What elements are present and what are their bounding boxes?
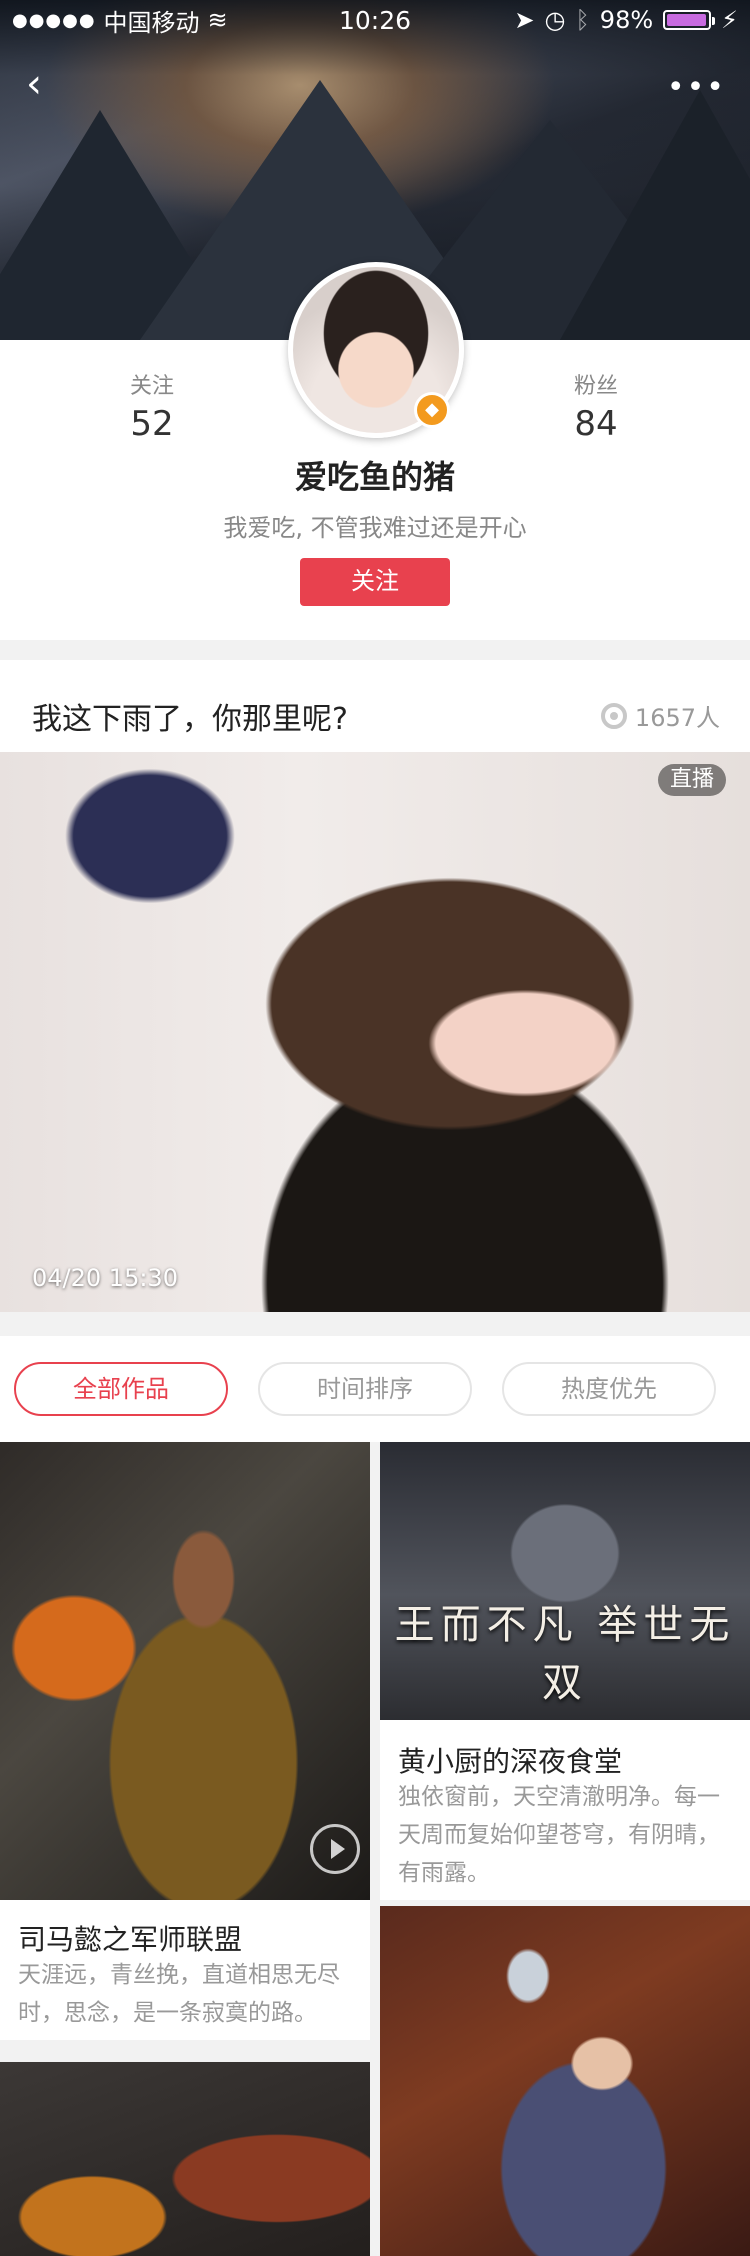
work-cover-image: [380, 1906, 750, 2256]
live-stream-thumbnail[interactable]: 直播 04/20 15:30: [0, 752, 750, 1312]
work-title: 黄小厨的深夜食堂: [398, 1745, 623, 1778]
user-bio: 我爱吃, 不管我难过还是开心: [223, 514, 527, 542]
following-label: 关注: [129, 374, 174, 399]
more-button[interactable]: •••: [667, 70, 726, 105]
bluetooth-icon: ᛒ: [575, 6, 590, 34]
work-description: 独依窗前，天空清澈明净。每一天周而复始仰望苍穹，有阴晴，有雨露。: [398, 1784, 720, 1886]
signal-icon: ●●●●●: [12, 9, 96, 31]
carrier-label: 中国移动: [103, 8, 200, 37]
work-cover-image: [0, 2062, 370, 2256]
fans-count: 84: [574, 404, 618, 444]
alarm-icon: ◷: [544, 6, 566, 34]
work-cover-image: [0, 1442, 370, 1900]
live-section: 我这下雨了，你那里呢? 1657人 直播 04/20 15:30: [0, 660, 750, 1312]
battery-icon: [663, 10, 716, 30]
following-count: 52: [130, 404, 174, 444]
work-card[interactable]: 王而不凡 举世无双 黄小厨的深夜食堂 独依窗前，天空清澈明净。每一天周而复始仰望…: [380, 1442, 750, 1900]
live-timestamp: 04/20 15:30: [32, 1264, 178, 1292]
wifi-icon: ≋: [207, 6, 228, 34]
works-filter-bar: 全部作品 时间排序 热度优先: [0, 1336, 750, 1442]
live-title: 我这下雨了，你那里呢?: [32, 702, 348, 737]
diamond-badge-icon: ◆: [414, 392, 450, 428]
play-icon[interactable]: [310, 1824, 360, 1874]
chevron-left-icon: ‹: [26, 61, 42, 107]
following-stat[interactable]: 关注 52: [92, 368, 212, 444]
status-bar: ●●●●● 中国移动 ≋ 10:26 ➤ ◷ ᛒ 98% ⚡: [0, 0, 750, 40]
work-card[interactable]: [380, 1906, 750, 2256]
fans-label: 粉丝: [573, 374, 618, 399]
viewer-count-label: 1657人: [634, 704, 720, 732]
works-grid: 司马懿之军师联盟 天涯远，青丝挽，直道相思无尽时，思念，是一条寂寞的路。 王而不…: [0, 1442, 750, 2256]
filter-time-sort[interactable]: 时间排序: [258, 1362, 472, 1416]
work-title: 司马懿之军师联盟: [18, 1923, 243, 1956]
username: 爱吃鱼的猪: [294, 458, 455, 496]
live-badge: 直播: [657, 764, 726, 796]
filter-all-works[interactable]: 全部作品: [14, 1362, 228, 1416]
charging-icon: ⚡: [721, 6, 738, 34]
follow-button[interactable]: 关注: [300, 558, 450, 606]
cover-art-text: 王而不凡 举世无双: [394, 1602, 736, 1706]
location-icon: ➤: [514, 6, 535, 34]
work-card[interactable]: 司马懿之军师联盟 天涯远，青丝挽，直道相思无尽时，思念，是一条寂寞的路。: [0, 1442, 370, 2040]
battery-percent: 98%: [599, 6, 654, 34]
back-button[interactable]: ‹: [26, 64, 62, 104]
fans-stat[interactable]: 粉丝 84: [536, 368, 656, 444]
eye-icon: [600, 702, 627, 729]
work-description: 天涯远，青丝挽，直道相思无尽时，思念，是一条寂寞的路。: [18, 1962, 340, 2026]
viewer-count: 1657人: [600, 698, 720, 733]
filter-popularity[interactable]: 热度优先: [502, 1362, 716, 1416]
more-icon: •••: [666, 70, 726, 105]
work-card[interactable]: [0, 2062, 370, 2256]
